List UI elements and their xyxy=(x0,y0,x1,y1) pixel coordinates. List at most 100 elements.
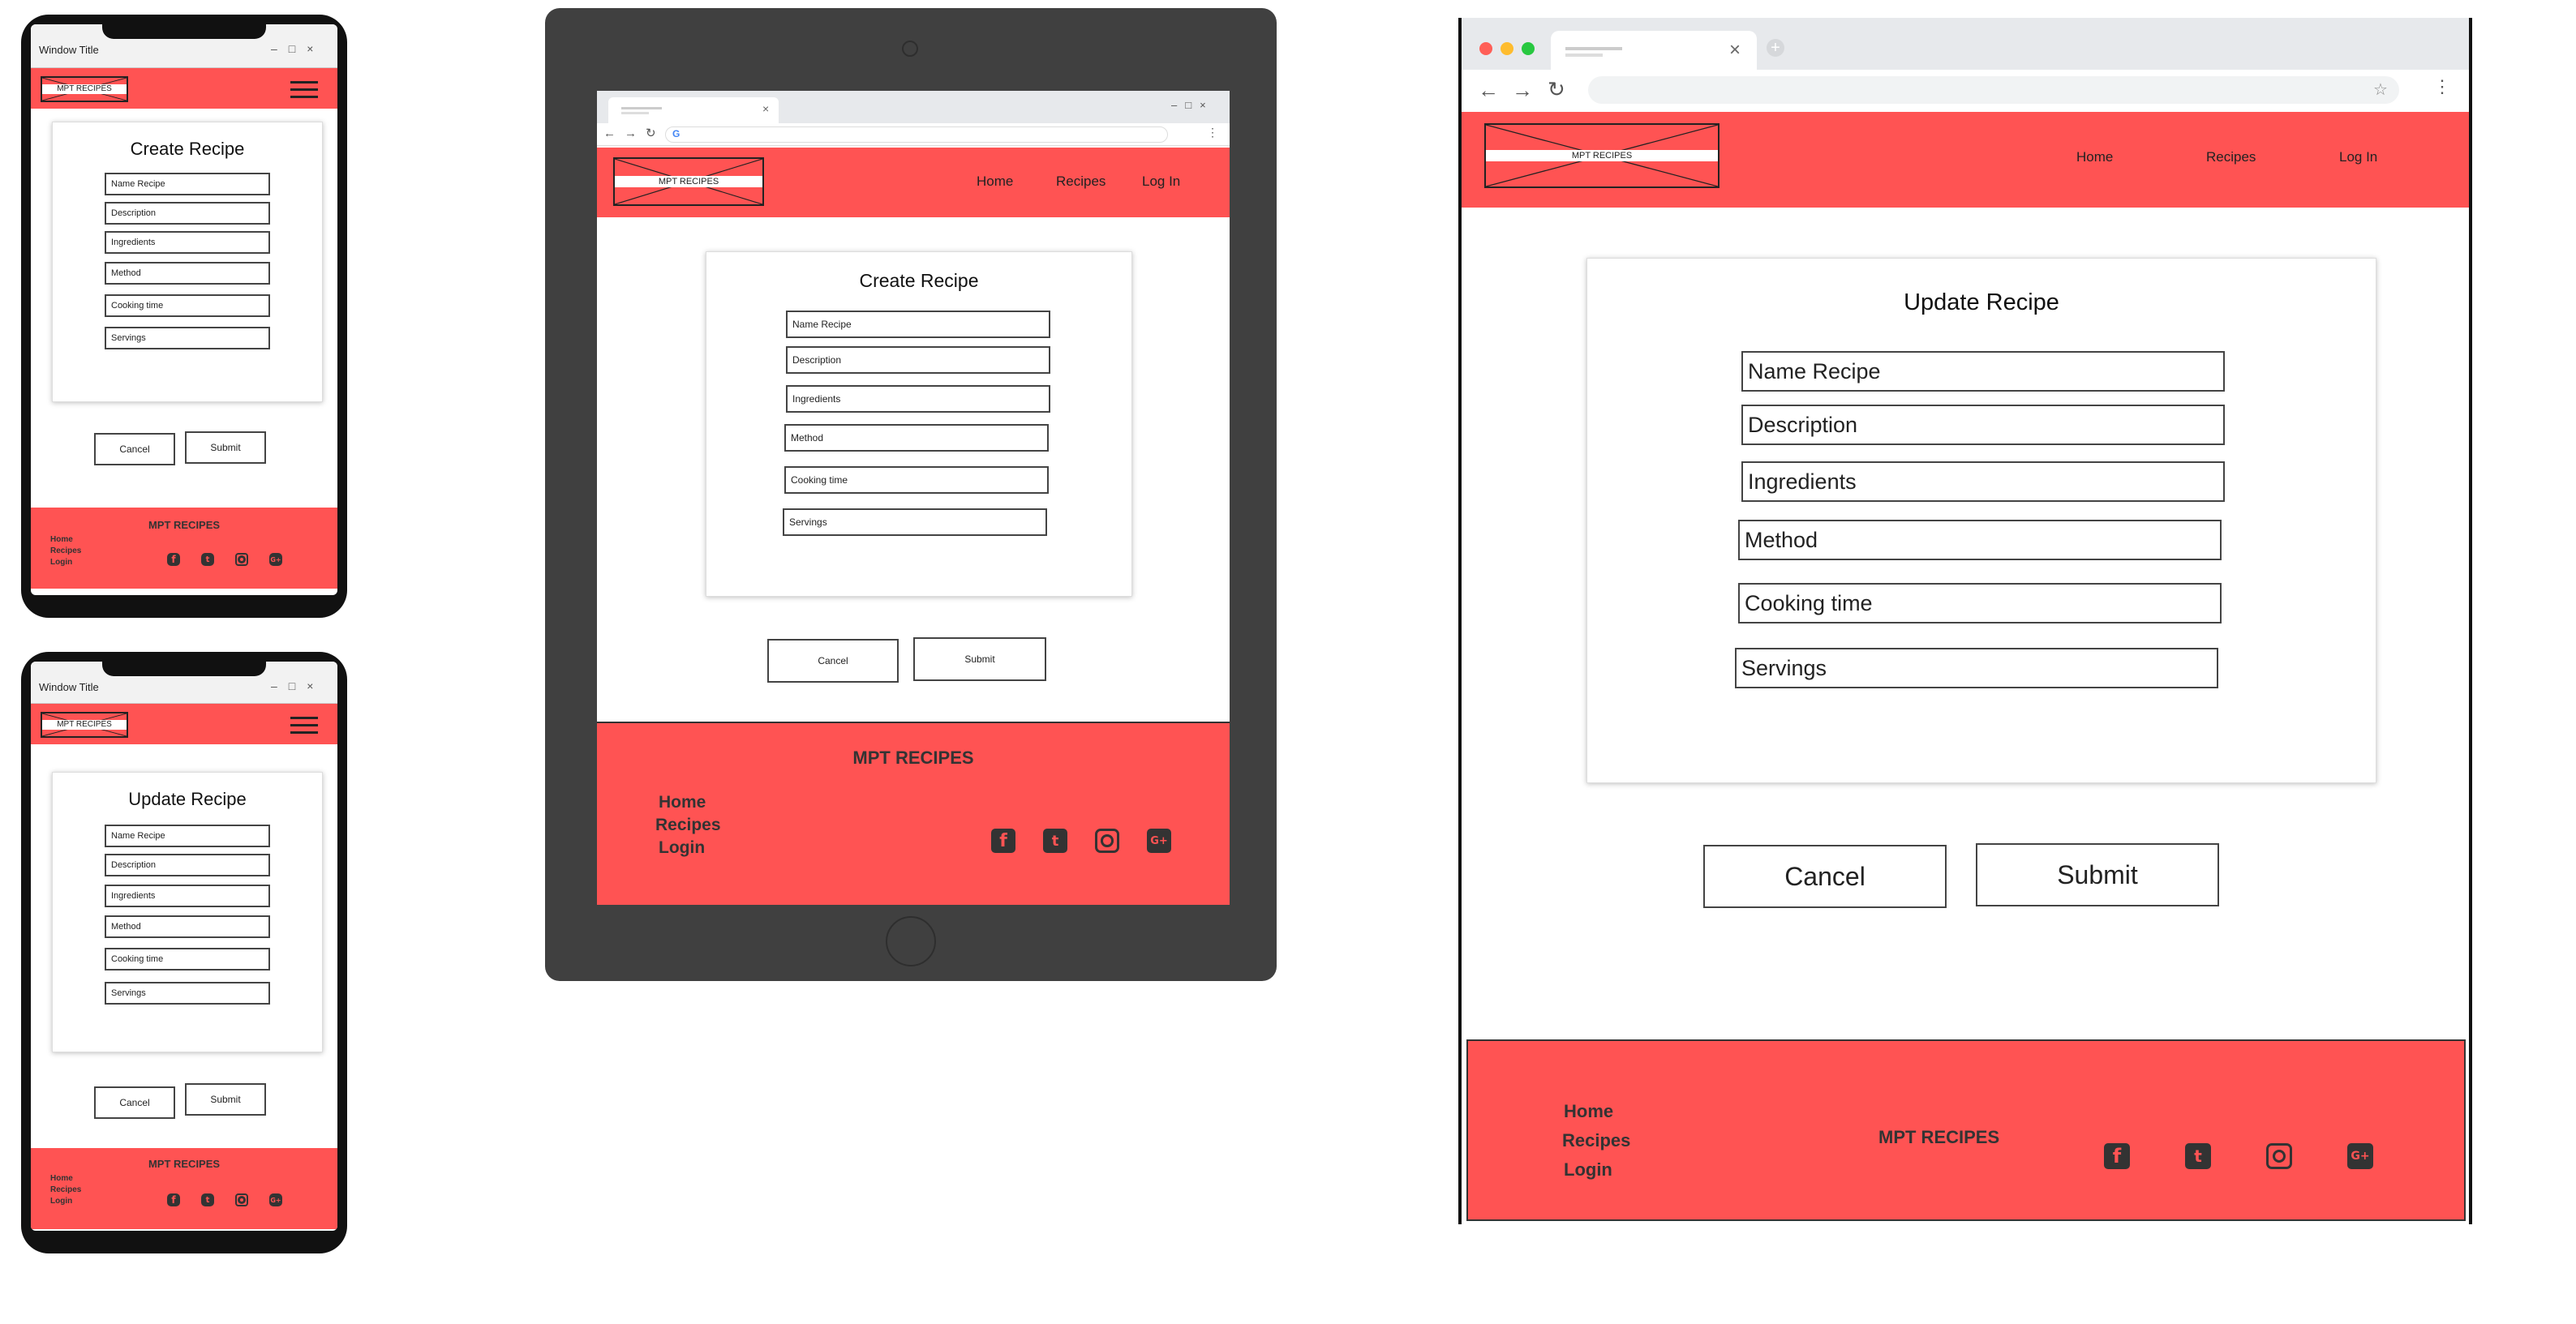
nav-recipes[interactable]: Recipes xyxy=(1056,174,1106,190)
submit-button[interactable]: Submit xyxy=(185,431,266,464)
servings-field[interactable]: Servings xyxy=(105,982,270,1005)
footer-link-login[interactable]: Login xyxy=(50,1197,72,1206)
method-field[interactable]: Method xyxy=(1738,520,2222,560)
nav-login[interactable]: Log In xyxy=(1142,174,1180,190)
description-field[interactable]: Description xyxy=(1741,405,2225,445)
twitter-icon[interactable]: t xyxy=(201,1193,214,1206)
hamburger-menu-icon[interactable] xyxy=(290,717,318,735)
new-tab-icon[interactable]: + xyxy=(1767,39,1784,57)
window-controls[interactable]: –□× xyxy=(271,42,324,55)
name-recipe-field[interactable]: Name Recipe xyxy=(1741,351,2225,392)
google-plus-icon[interactable]: G+ xyxy=(269,1193,282,1206)
tab-close-icon[interactable]: × xyxy=(1729,39,1741,62)
submit-button[interactable]: Submit xyxy=(1976,843,2219,906)
cancel-button[interactable]: Cancel xyxy=(1703,845,1947,908)
nav-home[interactable]: Home xyxy=(2076,149,2113,165)
servings-field[interactable]: Servings xyxy=(1735,648,2218,688)
facebook-icon[interactable]: f xyxy=(2104,1143,2130,1169)
instagram-icon[interactable] xyxy=(2266,1143,2292,1169)
footer-link-home[interactable]: Home xyxy=(659,793,706,812)
description-field[interactable]: Description xyxy=(105,854,270,876)
google-icon: G xyxy=(672,128,680,139)
forward-icon[interactable]: → xyxy=(625,126,637,140)
facebook-icon[interactable]: f xyxy=(167,553,180,566)
google-plus-icon[interactable]: G+ xyxy=(269,553,282,566)
menu-dots-icon[interactable]: ⋮ xyxy=(2433,76,2451,97)
minimize-window-dot[interactable] xyxy=(1501,42,1513,55)
window-controls[interactable]: –□× xyxy=(271,679,324,692)
logo[interactable]: MPT RECIPES xyxy=(41,712,128,738)
maximize-window-dot[interactable] xyxy=(1522,42,1535,55)
reload-icon[interactable]: ↻ xyxy=(1548,77,1565,102)
footer-link-login[interactable]: Login xyxy=(659,838,705,858)
browser-toolbar: ← → ↻ ☆ ⋮ xyxy=(1462,70,2469,112)
bookmark-star-icon[interactable]: ☆ xyxy=(2373,79,2388,100)
footer-link-recipes[interactable]: Recipes xyxy=(1562,1130,1630,1151)
servings-field[interactable]: Servings xyxy=(105,327,270,349)
footer-link-recipes[interactable]: Recipes xyxy=(655,816,721,835)
servings-field[interactable]: Servings xyxy=(783,508,1047,536)
footer-link-login[interactable]: Login xyxy=(1564,1159,1612,1180)
submit-button[interactable]: Submit xyxy=(913,637,1046,681)
method-field[interactable]: Method xyxy=(784,424,1049,452)
twitter-icon[interactable]: t xyxy=(201,553,214,566)
footer-link-login[interactable]: Login xyxy=(50,558,72,567)
submit-button[interactable]: Submit xyxy=(185,1083,266,1116)
logo[interactable]: MPT RECIPES xyxy=(1484,123,1719,188)
google-plus-icon[interactable]: G+ xyxy=(2347,1143,2373,1169)
footer-link-recipes[interactable]: Recipes xyxy=(50,546,81,555)
browser-tab[interactable]: × xyxy=(608,97,779,123)
hamburger-menu-icon[interactable] xyxy=(290,81,318,99)
logo-text: MPT RECIPES xyxy=(42,720,127,730)
logo[interactable]: MPT RECIPES xyxy=(613,157,764,206)
instagram-icon[interactable] xyxy=(1095,829,1119,853)
twitter-icon[interactable]: t xyxy=(1043,829,1067,853)
method-field[interactable]: Method xyxy=(105,262,270,285)
address-bar[interactable]: G xyxy=(665,126,1168,143)
cancel-button[interactable]: Cancel xyxy=(767,639,899,683)
twitter-icon[interactable]: t xyxy=(2185,1143,2211,1169)
cooking-time-field[interactable]: Cooking time xyxy=(105,294,270,317)
window-controls-icon[interactable]: –□× xyxy=(1171,99,1214,111)
back-icon[interactable]: ← xyxy=(603,126,616,140)
browser-toolbar: ← → ↻ G ⋮ xyxy=(597,123,1230,146)
method-field[interactable]: Method xyxy=(105,915,270,938)
nav-recipes[interactable]: Recipes xyxy=(2206,149,2256,165)
footer-link-home[interactable]: Home xyxy=(50,1174,73,1183)
tablet-home-button[interactable] xyxy=(886,916,936,966)
name-recipe-field[interactable]: Name Recipe xyxy=(786,311,1050,338)
name-recipe-field[interactable]: Name Recipe xyxy=(105,173,270,195)
tab-close-icon[interactable]: × xyxy=(762,102,769,115)
back-icon[interactable]: ← xyxy=(1478,78,1499,103)
facebook-icon[interactable]: f xyxy=(167,1193,180,1206)
description-field[interactable]: Description xyxy=(105,202,270,225)
facebook-icon[interactable]: f xyxy=(991,829,1015,853)
close-window-dot[interactable] xyxy=(1479,42,1492,55)
address-bar[interactable]: ☆ xyxy=(1588,76,2399,104)
ingredients-field[interactable]: Ingredients xyxy=(1741,461,2225,502)
footer-link-home[interactable]: Home xyxy=(1564,1101,1613,1122)
cancel-button[interactable]: Cancel xyxy=(94,433,175,465)
logo-text: MPT RECIPES xyxy=(1486,150,1718,161)
browser-tab[interactable]: × xyxy=(1551,31,1757,70)
ingredients-field[interactable]: Ingredients xyxy=(105,231,270,254)
cooking-time-field[interactable]: Cooking time xyxy=(784,466,1049,494)
ingredients-field[interactable]: Ingredients xyxy=(786,385,1050,413)
ingredients-field[interactable]: Ingredients xyxy=(105,885,270,907)
nav-home[interactable]: Home xyxy=(977,174,1013,190)
google-plus-icon[interactable]: G+ xyxy=(1147,829,1171,853)
reload-icon[interactable]: ↻ xyxy=(646,126,656,140)
logo[interactable]: MPT RECIPES xyxy=(41,76,128,102)
cooking-time-field[interactable]: Cooking time xyxy=(105,948,270,971)
instagram-icon[interactable] xyxy=(235,553,248,566)
nav-login[interactable]: Log In xyxy=(2339,149,2377,165)
name-recipe-field[interactable]: Name Recipe xyxy=(105,825,270,847)
description-field[interactable]: Description xyxy=(786,346,1050,374)
cancel-button[interactable]: Cancel xyxy=(94,1086,175,1119)
cooking-time-field[interactable]: Cooking time xyxy=(1738,583,2222,623)
menu-dots-icon[interactable]: ⋮ xyxy=(1207,126,1218,139)
instagram-icon[interactable] xyxy=(235,1193,248,1206)
footer-link-recipes[interactable]: Recipes xyxy=(50,1185,81,1194)
forward-icon[interactable]: → xyxy=(1512,78,1533,103)
footer-link-home[interactable]: Home xyxy=(50,535,73,544)
